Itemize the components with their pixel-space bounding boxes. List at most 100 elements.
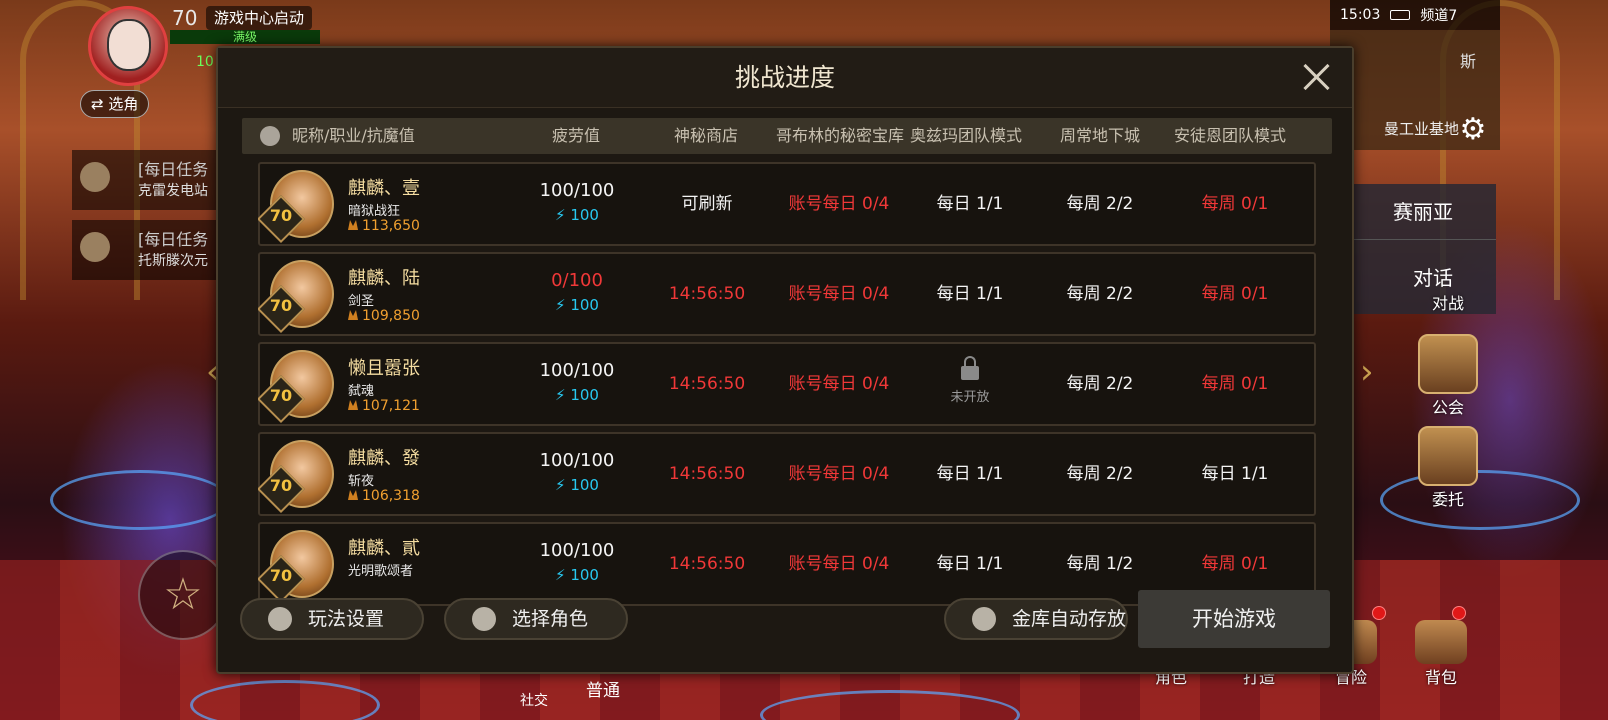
skill-joystick[interactable]: ☆ <box>138 550 228 640</box>
gameplay-settings-button[interactable]: 玩法设置 <box>240 598 424 640</box>
anti-magic-value: 109,850 <box>348 308 420 324</box>
quest-subtitle: 克雷发电站 <box>138 183 208 199</box>
shop-status: 14:56:50 <box>668 464 746 484</box>
anti-magic-value: 106,318 <box>348 488 420 504</box>
commission-icon <box>1418 426 1478 486</box>
antoine-status: 每周 0/1 <box>1201 194 1269 214</box>
anti-magic-number: 107,121 <box>362 398 420 414</box>
dialog-title: 挑战进度 <box>734 63 835 92</box>
bottom-label: 背包 <box>1424 668 1457 687</box>
anti-magic-value: 107,121 <box>348 398 420 414</box>
button-label: 选择角色 <box>512 608 589 630</box>
notification-dot <box>1452 606 1466 620</box>
character-row[interactable]: 70 麒麟、發 斩夜 106,318 100/100 ⚡ 100 14:56:5… <box>258 432 1316 516</box>
bag-button[interactable]: 背包 <box>1406 620 1476 688</box>
vault-auto-store-button[interactable]: 金库自动存放 <box>944 598 1128 640</box>
character-job: 剑圣 <box>348 294 375 309</box>
social-tab[interactable]: 社交 <box>520 690 548 710</box>
character-switch-icon <box>472 607 496 631</box>
column-header-fatigue: 疲劳值 <box>552 126 601 145</box>
button-label: 金库自动存放 <box>1012 608 1127 630</box>
character-row[interactable]: 70 麒麟、壹 暗狱战狂 113,650 100/100 ⚡ 100 可刷新 账… <box>258 162 1316 246</box>
anti-magic-number: 113,650 <box>362 218 420 234</box>
goblin-status: 账号每日 0/4 <box>788 284 890 304</box>
fatigue-value: 100/100 <box>539 180 615 201</box>
fatigue-recovery: ⚡ 100 <box>555 476 599 494</box>
column-header-antoine: 安徒恩团队模式 <box>1174 126 1287 145</box>
character-job: 暗狱战狂 <box>348 204 401 219</box>
shop-status: 可刷新 <box>681 194 733 214</box>
side-label: 委托 <box>1431 490 1464 509</box>
chat-channel-tab[interactable]: 普通 <box>586 676 620 701</box>
pvp-button[interactable]: 对战 <box>1412 290 1484 314</box>
character-row[interactable]: 70 懒且嚣张 弑魂 107,121 100/100 ⚡ 100 14:56:5… <box>258 342 1316 426</box>
quest-title: [每日任务 <box>138 160 209 179</box>
crown-icon <box>348 400 358 410</box>
anti-magic-value: 113,650 <box>348 218 420 234</box>
commission-button[interactable]: 委托 <box>1412 426 1484 510</box>
side-label: 公会 <box>1431 398 1464 417</box>
fatigue-value: 0/100 <box>551 270 603 291</box>
switch-character-button[interactable]: ⇄ 选角 <box>80 90 150 118</box>
player-avatar[interactable] <box>88 6 168 86</box>
lock-icon <box>961 356 979 380</box>
antoine-status: 每周 0/1 <box>1201 374 1269 394</box>
quest-item[interactable]: [每日任务 克雷发电站 <box>72 150 232 210</box>
chevron-right-icon[interactable]: › <box>1360 352 1374 392</box>
character-job: 斩夜 <box>348 474 375 489</box>
start-game-button[interactable]: 开始游戏 <box>1138 590 1330 648</box>
ozma-locked: 未开放 <box>910 356 1030 405</box>
gear-icon <box>268 607 292 631</box>
column-header-name: 昵称/职业/抗魔值 <box>292 126 415 145</box>
fatigue-recovery: ⚡ 100 <box>555 566 599 584</box>
character-job: 光明歌颂者 <box>348 564 414 579</box>
character-level: 70 <box>269 566 293 585</box>
character-job: 弑魂 <box>348 384 375 399</box>
dialog-header: 挑战进度 <box>218 48 1352 108</box>
select-character-button[interactable]: 选择角色 <box>444 598 628 640</box>
magic-circle <box>50 470 230 530</box>
guild-button[interactable]: 公会 <box>1412 334 1484 418</box>
antoine-status: 每日 1/1 <box>1201 464 1269 484</box>
weekly-status: 每周 2/2 <box>1066 284 1134 304</box>
area-name: 曼工业基地 <box>1384 120 1460 138</box>
ozma-status: 每日 1/1 <box>936 554 1004 574</box>
button-label: 玩法设置 <box>308 608 385 630</box>
anti-magic-number: 109,850 <box>362 308 420 324</box>
goblin-status: 账号每日 0/4 <box>788 374 890 394</box>
crown-icon <box>348 310 358 320</box>
guild-icon <box>1418 334 1478 394</box>
character-name: 麒麟、貳 <box>348 538 420 559</box>
close-icon[interactable] <box>1300 60 1334 94</box>
goblin-status: 账号每日 0/4 <box>788 464 890 484</box>
column-header-row: 昵称/职业/抗魔值 疲劳值 神秘商店 哥布林的秘密宝库 奥兹玛团队模式 周常地下… <box>242 118 1332 154</box>
side-label: 对战 <box>1431 294 1464 313</box>
exp-bar: 满级 <box>170 30 320 44</box>
fatigue-value: 100/100 <box>539 360 615 381</box>
channel-label[interactable]: 频道7 <box>1420 5 1457 25</box>
game-center-launch-badge[interactable]: 游戏中心启动 <box>206 6 313 30</box>
column-header-shop: 神秘商店 <box>674 126 739 145</box>
shop-status: 14:56:50 <box>668 374 746 394</box>
vault-icon <box>972 607 996 631</box>
player-value: 10 <box>196 54 214 70</box>
goblin-status: 账号每日 0/4 <box>788 194 890 214</box>
character-name: 麒麟、壹 <box>348 178 420 199</box>
character-name: 懒且嚣张 <box>348 358 420 379</box>
scroll-icon <box>80 162 110 192</box>
fatigue-recovery: ⚡ 100 <box>555 296 599 314</box>
character-row[interactable]: 70 麒麟、陆 剑圣 109,850 0/100 ⚡ 100 14:56:50 … <box>258 252 1316 336</box>
ozma-status: 未开放 <box>950 390 990 405</box>
weekly-status: 每周 2/2 <box>1066 194 1134 214</box>
character-list[interactable]: 70 麒麟、壹 暗狱战狂 113,650 100/100 ⚡ 100 可刷新 账… <box>258 162 1316 638</box>
antoine-status: 每周 0/1 <box>1201 284 1269 304</box>
gear-icon[interactable]: ⚙ <box>1455 112 1491 148</box>
quest-subtitle: 托斯滕次元 <box>138 253 208 269</box>
quest-item[interactable]: [每日任务 托斯滕次元 <box>72 220 232 280</box>
crown-icon <box>348 220 358 230</box>
notification-dot <box>1372 606 1386 620</box>
character-name: 麒麟、陆 <box>348 268 420 289</box>
shop-status: 14:56:50 <box>668 554 746 574</box>
group-icon <box>80 232 110 262</box>
weekly-status: 每周 2/2 <box>1066 464 1134 484</box>
